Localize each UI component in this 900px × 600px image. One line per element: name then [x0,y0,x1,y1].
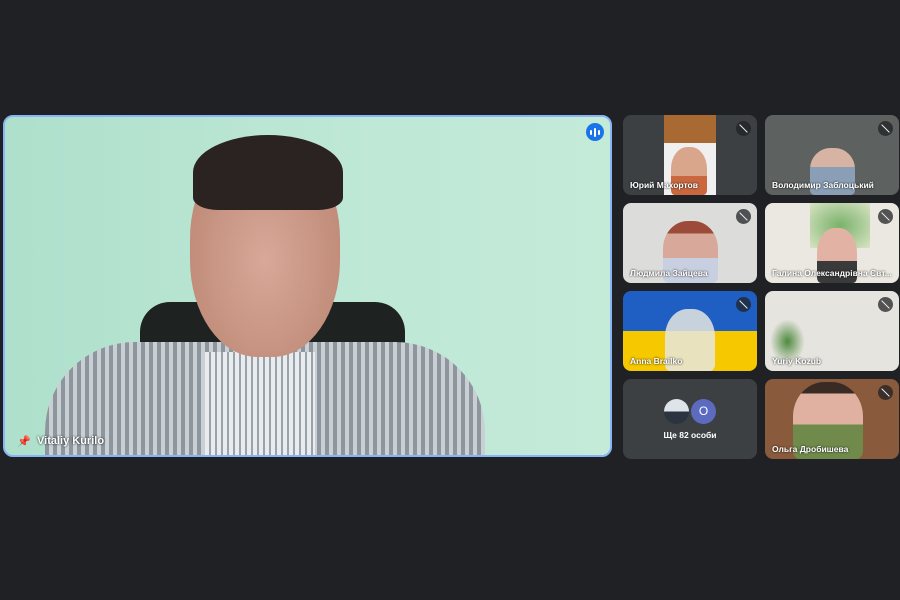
pin-icon[interactable]: 📌 [17,435,31,448]
participant-tile[interactable]: Юрий Махортов [623,115,757,195]
participant-name: Ольга Дробишева [772,444,849,454]
main-video-tile[interactable]: 📌 Vitaliy Kurilo [3,115,612,457]
participant-name: Володимир Заблоцький [772,180,874,190]
more-participants-tile[interactable]: O Ще 82 особи [623,379,757,459]
participant-name: Anna Brailko [630,356,683,366]
mic-off-icon [878,385,893,400]
mic-off-icon [736,121,751,136]
participant-tile[interactable]: Галина Олександрівна Євт... [765,203,899,283]
participant-name: Галина Олександрівна Євт... [772,268,892,278]
participant-name: Юрий Махортов [630,180,698,190]
participant-avatar: O [691,398,716,424]
participant-name: Людмила Зайцева [630,268,708,278]
participant-tile[interactable]: Володимир Заблоцький [765,115,899,195]
participant-avatar [664,398,689,424]
mic-off-icon [878,209,893,224]
participant-name: Vitaliy Kurilo [37,435,105,447]
mic-off-icon [736,297,751,312]
speaker-hair [193,135,343,210]
more-participants-label: Ще 82 особи [663,429,717,440]
participant-tile[interactable]: Ольга Дробишева [765,379,899,459]
participant-tile[interactable]: Anna Brailko [623,291,757,371]
participant-name: Yuriy Kozub [772,356,822,366]
mic-off-icon [736,209,751,224]
mic-off-icon [878,121,893,136]
participant-tile[interactable]: Людмила Зайцева [623,203,757,283]
speaker-shirt [205,352,315,455]
participant-tile[interactable]: Yuriy Kozub [765,291,899,371]
mic-off-icon [878,297,893,312]
speaking-indicator-icon [586,123,604,141]
